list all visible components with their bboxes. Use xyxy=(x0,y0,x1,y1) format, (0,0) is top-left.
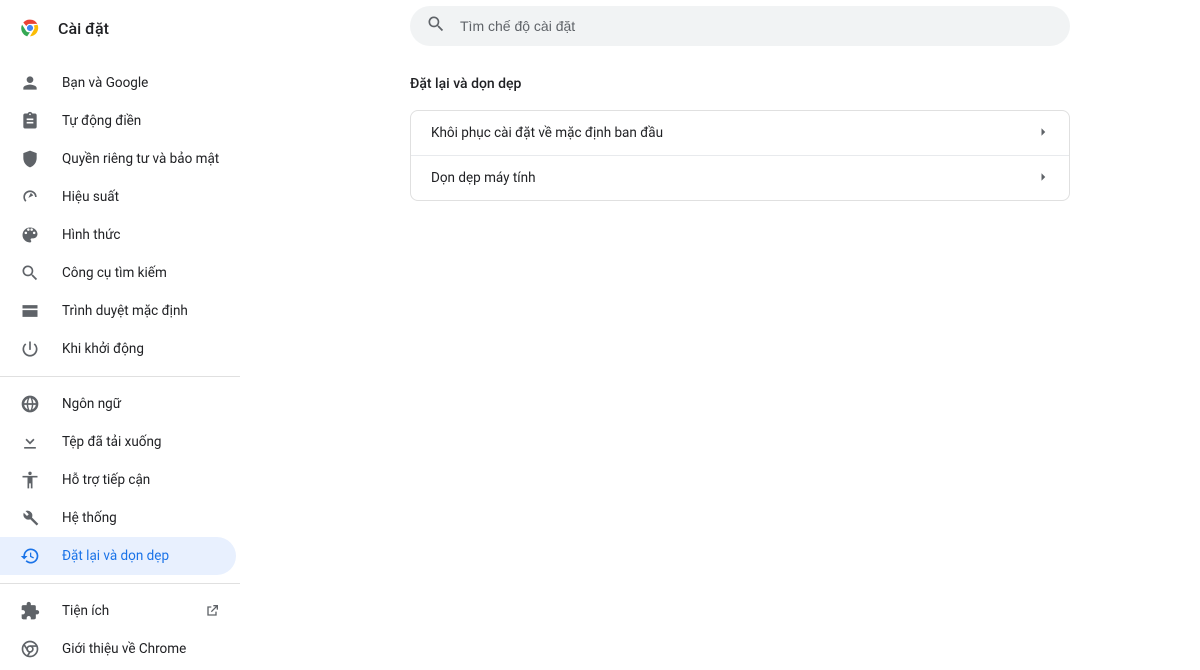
sidebar-nav: Bạn và Google Tự động điền Quyền riêng tư … xyxy=(0,56,240,668)
nav-divider xyxy=(0,376,240,377)
sidebar-item-label: Đặt lại và dọn dẹp xyxy=(62,548,216,564)
sidebar-item-extension[interactable]: Tiện ích xyxy=(0,592,240,630)
browser-icon xyxy=(20,301,40,321)
sidebar-item-palette[interactable]: Hình thức xyxy=(0,216,240,254)
sidebar-item-speed[interactable]: Hiệu suất xyxy=(0,178,240,216)
sidebar-item-label: Ngôn ngữ xyxy=(62,396,220,412)
sidebar-item-download[interactable]: Tệp đã tải xuống xyxy=(0,423,240,461)
sidebar-item-label: Khi khởi động xyxy=(62,341,220,357)
content-area: Đặt lại và dọn dẹp Khôi phục cài đặt về … xyxy=(240,0,1200,670)
sidebar-item-label: Hình thức xyxy=(62,227,220,243)
sidebar-item-label: Tiện ích xyxy=(62,603,174,619)
search-icon xyxy=(20,263,40,283)
app-header: Cài đặt xyxy=(0,0,240,56)
assignment-icon xyxy=(20,111,40,131)
sidebar-item-label: Hệ thống xyxy=(62,510,220,526)
sidebar-item-label: Trình duyệt mặc định xyxy=(62,303,220,319)
speed-icon xyxy=(20,187,40,207)
sidebar-item-label: Hiệu suất xyxy=(62,189,220,205)
sidebar-item-label: Hỗ trợ tiếp cận xyxy=(62,472,220,488)
sidebar-item-shield[interactable]: Quyền riêng tư và bảo mật xyxy=(0,140,240,178)
sidebar-item-wrench[interactable]: Hệ thống xyxy=(0,499,240,537)
extension-icon xyxy=(20,601,40,621)
shield-icon xyxy=(20,149,40,169)
chrome-icon xyxy=(20,639,40,659)
accessibility-icon xyxy=(20,470,40,490)
open-external-icon xyxy=(204,603,220,619)
chrome-logo-icon xyxy=(20,18,40,38)
sidebar-item-browser[interactable]: Trình duyệt mặc định xyxy=(0,292,240,330)
sidebar-item-label: Tự động điền xyxy=(62,113,220,129)
sidebar: Cài đặt Bạn và Google Tự động điền Quyền r… xyxy=(0,0,240,670)
settings-row[interactable]: Dọn dẹp máy tính xyxy=(411,155,1069,200)
search-icon xyxy=(426,14,446,38)
chevron-right-icon xyxy=(1039,125,1049,141)
power-icon xyxy=(20,339,40,359)
page-title: Cài đặt xyxy=(58,19,109,38)
person-icon xyxy=(20,73,40,93)
palette-icon xyxy=(20,225,40,245)
search-bar[interactable] xyxy=(410,6,1070,46)
sidebar-item-search[interactable]: Công cụ tìm kiếm xyxy=(0,254,240,292)
sidebar-item-assignment[interactable]: Tự động điền xyxy=(0,102,240,140)
settings-card: Khôi phục cài đặt về mặc định ban đầu Dọn… xyxy=(410,110,1070,201)
settings-row-label: Khôi phục cài đặt về mặc định ban đầu xyxy=(431,125,663,141)
settings-row[interactable]: Khôi phục cài đặt về mặc định ban đầu xyxy=(411,111,1069,155)
sidebar-item-accessibility[interactable]: Hỗ trợ tiếp cận xyxy=(0,461,240,499)
sidebar-item-globe[interactable]: Ngôn ngữ xyxy=(0,385,240,423)
globe-icon xyxy=(20,394,40,414)
sidebar-item-label: Bạn và Google xyxy=(62,75,220,91)
search-input[interactable] xyxy=(460,18,1054,34)
wrench-icon xyxy=(20,508,40,528)
sidebar-item-label: Quyền riêng tư và bảo mật xyxy=(62,151,220,167)
settings-row-label: Dọn dẹp máy tính xyxy=(431,170,536,186)
restore-icon xyxy=(20,546,40,566)
sidebar-item-person[interactable]: Bạn và Google xyxy=(0,64,240,102)
sidebar-item-label: Giới thiệu về Chrome xyxy=(62,641,220,657)
nav-divider xyxy=(0,583,240,584)
sidebar-item-label: Tệp đã tải xuống xyxy=(62,434,220,450)
section-title: Đặt lại và dọn dẹp xyxy=(410,76,1070,92)
sidebar-item-chrome[interactable]: Giới thiệu về Chrome xyxy=(0,630,240,668)
chevron-right-icon xyxy=(1039,170,1049,186)
sidebar-item-label: Công cụ tìm kiếm xyxy=(62,265,220,281)
download-icon xyxy=(20,432,40,452)
sidebar-item-power[interactable]: Khi khởi động xyxy=(0,330,240,368)
sidebar-item-restore[interactable]: Đặt lại và dọn dẹp xyxy=(0,537,236,575)
